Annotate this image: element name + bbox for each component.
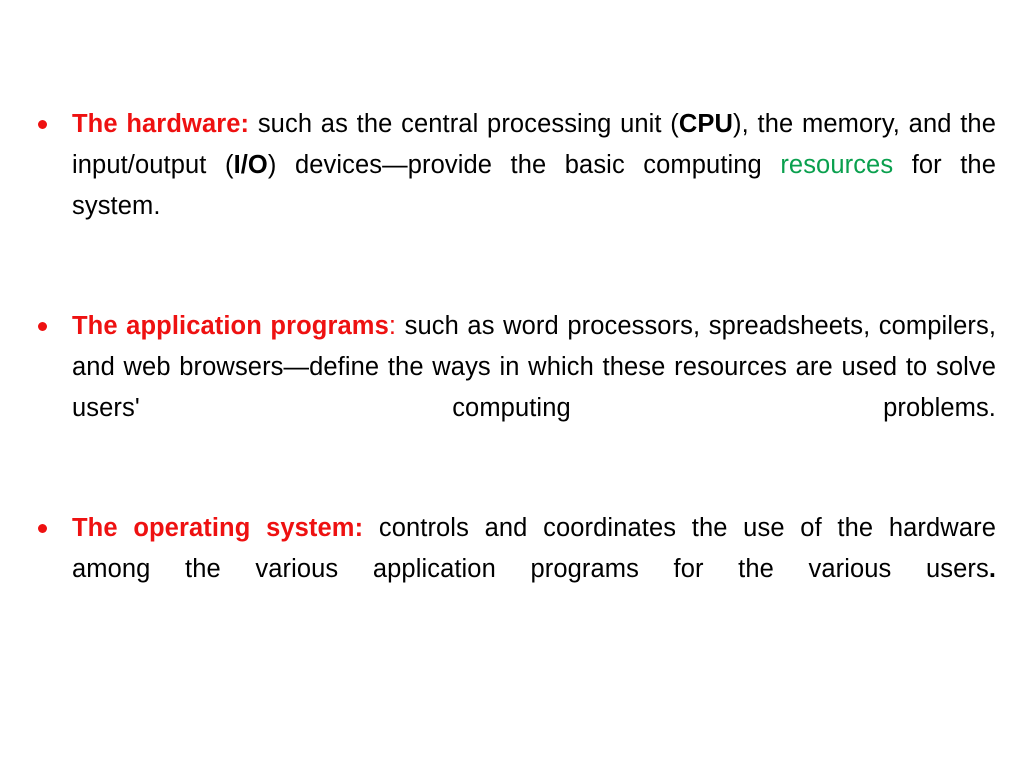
list-item: The application programs: such as word p… <box>28 306 996 470</box>
bullet-highlight-resources: resources <box>780 151 894 179</box>
slide-canvas: The hardware: such as the central proces… <box>0 0 1024 768</box>
round-bullet-icon <box>38 120 47 129</box>
round-bullet-icon <box>38 322 47 331</box>
bullet-term-application-programs: The application programs <box>72 312 389 340</box>
bullet-term-colon: : <box>240 110 250 138</box>
list-item: The hardware: such as the central proces… <box>28 104 996 268</box>
bullet-emphasis-io: I/O <box>233 151 268 179</box>
bullet-term-hardware: The hardware <box>72 110 241 138</box>
list-item: The operating system: controls and coord… <box>28 508 996 631</box>
bullet-terminal-period: . <box>988 555 996 583</box>
round-bullet-icon <box>38 524 47 533</box>
bullet-text-part: ) devices—provide the basic computing <box>267 151 781 179</box>
bullet-text-part: such as the central processing unit ( <box>249 110 679 138</box>
bullet-emphasis-cpu: CPU <box>678 110 734 138</box>
bullet-term-operating-system: The operating system: <box>72 514 364 542</box>
bullet-list: The hardware: such as the central proces… <box>28 104 996 631</box>
bullet-term-colon: : <box>388 312 397 340</box>
